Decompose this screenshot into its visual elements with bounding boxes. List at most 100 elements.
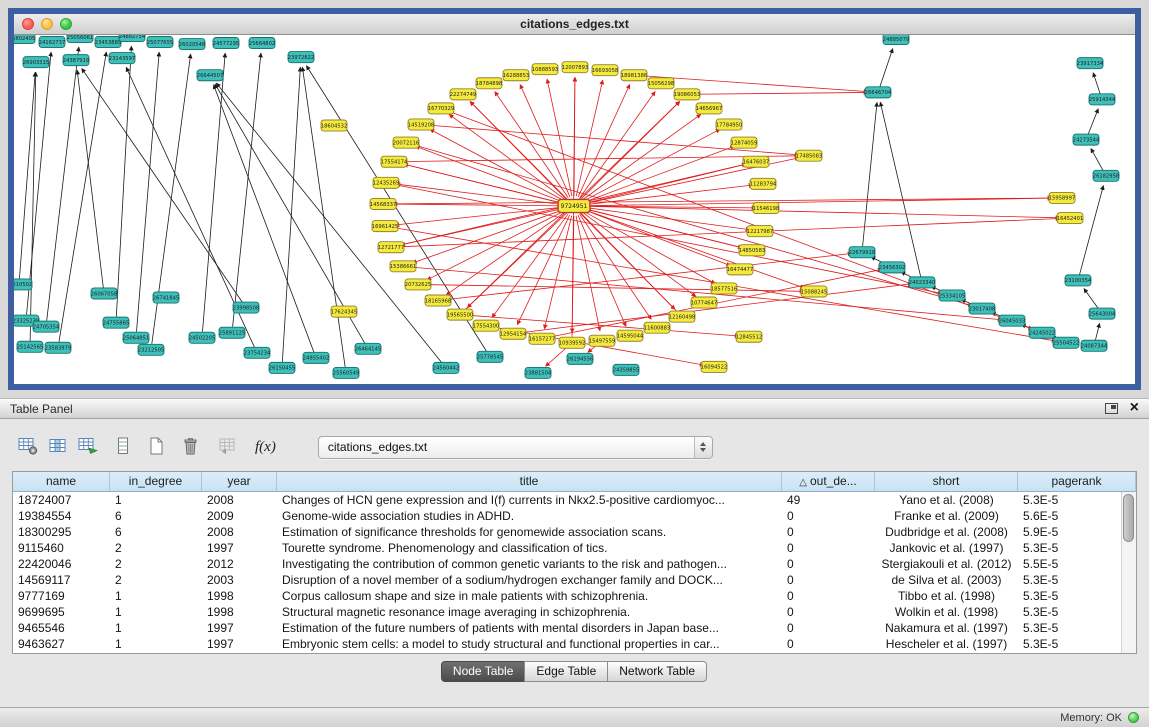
cell-short[interactable]: Jankovic et al. (1997)	[875, 540, 1018, 556]
create-table-button[interactable]	[146, 435, 166, 460]
graph-node[interactable]: 24245022	[1029, 327, 1055, 338]
cell-title[interactable]: Investigating the contribution of common…	[277, 556, 782, 572]
graph-node[interactable]: 18604532	[321, 120, 347, 131]
graph-node[interactable]: 23998508	[233, 302, 259, 313]
cell-year[interactable]: 1997	[202, 620, 277, 636]
column-header-short[interactable]: short	[875, 472, 1018, 491]
cell-in_degree[interactable]: 2	[110, 556, 202, 572]
graph-node[interactable]: 24882754	[119, 35, 146, 42]
cell-short[interactable]: Dudbridge et al. (2008)	[875, 524, 1018, 540]
graph-node[interactable]: 22274749	[450, 89, 476, 100]
graph-edge[interactable]	[584, 164, 747, 204]
graph-edge[interactable]	[581, 101, 680, 199]
graph-node[interactable]: 26194556	[567, 353, 593, 364]
graph-node[interactable]: 11546198	[753, 202, 779, 213]
cell-out_degree[interactable]: 0	[782, 636, 875, 652]
zoom-window-button[interactable]	[60, 18, 72, 30]
graph-node[interactable]: 24387919	[63, 55, 89, 66]
graph-node[interactable]: 26903315	[23, 57, 49, 68]
graph-node[interactable]: 22679918	[849, 247, 875, 258]
graph-node[interactable]: 24560442	[433, 362, 459, 373]
graph-node[interactable]: 24273544	[1073, 134, 1100, 145]
table-row[interactable]: 1830029562008Estimation of significance …	[13, 524, 1121, 540]
graph-node[interactable]: 18784898	[476, 78, 502, 89]
graph-node[interactable]: 17784950	[716, 119, 742, 130]
cell-in_degree[interactable]: 6	[110, 508, 202, 524]
table-row[interactable]: 946554611997Estimation of the future num…	[13, 620, 1121, 636]
column-header-pagerank[interactable]: pagerank	[1018, 472, 1136, 491]
cell-name[interactable]: 22420046	[13, 556, 110, 572]
graph-edge[interactable]	[302, 67, 345, 367]
graph-edge[interactable]	[880, 49, 893, 87]
cell-title[interactable]: Genome-wide association studies in ADHD.	[277, 508, 782, 524]
graph-node[interactable]: 26067058	[91, 288, 117, 299]
cell-title[interactable]: Corpus callosum shape and size in male p…	[277, 588, 782, 604]
memory-status-indicator[interactable]	[1128, 712, 1139, 723]
graph-edge[interactable]	[412, 209, 564, 263]
cell-name[interactable]: 9465546	[13, 620, 110, 636]
graph-edge[interactable]	[77, 70, 103, 287]
table-row[interactable]: 1456911722003Disruption of a novel membe…	[13, 572, 1121, 588]
graph-node[interactable]: 10774647	[691, 297, 717, 308]
cell-year[interactable]: 2008	[202, 524, 277, 540]
graph-node[interactable]: 24023340	[909, 277, 935, 288]
graph-node[interactable]: 11283794	[750, 178, 777, 189]
graph-edge[interactable]	[233, 53, 261, 327]
graph-node[interactable]: 16452401	[1057, 213, 1083, 224]
cell-in_degree[interactable]: 2	[110, 540, 202, 556]
graph-node[interactable]: 24955402	[303, 352, 329, 363]
table-row[interactable]: 946362711997Embryonic stem cells: a mode…	[13, 636, 1121, 652]
graph-node[interactable]: 24885079	[883, 35, 909, 45]
cell-out_degree[interactable]: 0	[782, 556, 875, 572]
select-columns-button[interactable]	[47, 435, 70, 460]
graph-node[interactable]: 25064851	[123, 332, 149, 343]
cell-year[interactable]: 2008	[202, 492, 277, 508]
table-row[interactable]: 1872400712008Changes of HCN gene express…	[13, 492, 1121, 508]
graph-edge[interactable]	[30, 72, 36, 341]
graph-edge[interactable]	[47, 47, 79, 321]
graph-node[interactable]: 15958997	[1049, 192, 1075, 203]
graph-node[interactable]: 12874059	[731, 137, 757, 148]
graph-node[interactable]: 25802405	[14, 35, 35, 44]
graph-edge[interactable]	[395, 207, 564, 225]
cell-short[interactable]: Wolkin et al. (1998)	[875, 604, 1018, 620]
graph-node[interactable]: 10939592	[559, 337, 585, 348]
graph-edge[interactable]	[214, 85, 314, 353]
graph-node[interactable]: 15497559	[589, 335, 615, 346]
cell-out_degree[interactable]: 0	[782, 540, 875, 556]
cell-year[interactable]: 2012	[202, 556, 277, 572]
minimize-window-button[interactable]	[41, 18, 53, 30]
graph-edge[interactable]	[492, 214, 568, 318]
cell-year[interactable]: 2009	[202, 508, 277, 524]
graph-node[interactable]: 20072116	[393, 137, 419, 148]
import-table-button[interactable]	[215, 435, 239, 460]
graph-edge[interactable]	[583, 129, 720, 201]
cell-pagerank[interactable]: 5.9E-5	[1018, 524, 1121, 540]
graph-edge[interactable]	[467, 213, 566, 308]
graph-node[interactable]: 26020548	[179, 39, 205, 50]
column-header-year[interactable]: year	[202, 472, 277, 491]
graph-node[interactable]: 25142565	[17, 341, 43, 352]
cell-out_degree[interactable]: 0	[782, 572, 875, 588]
graph-node[interactable]: 25560549	[333, 367, 359, 378]
edit-table-button[interactable]	[76, 435, 100, 460]
graph-node[interactable]: 9724951	[558, 199, 590, 212]
cell-name[interactable]: 18300295	[13, 524, 110, 540]
cell-name[interactable]: 9777169	[13, 588, 110, 604]
graph-edge[interactable]	[545, 347, 567, 367]
graph-node[interactable]: 17624345	[331, 306, 357, 317]
graph-edge[interactable]	[116, 46, 131, 317]
graph-edge[interactable]	[427, 210, 565, 279]
graph-edge[interactable]	[1088, 109, 1098, 134]
graph-edge[interactable]	[880, 102, 920, 276]
graph-edge[interactable]	[444, 253, 852, 299]
graph-edge[interactable]	[412, 144, 973, 306]
table-settings-button[interactable]	[16, 435, 41, 460]
graph-node[interactable]: 26150455	[269, 362, 295, 373]
graph-node[interactable]: 14519208	[408, 119, 434, 130]
graph-node[interactable]: 25334105	[939, 290, 965, 301]
cell-out_degree[interactable]: 0	[782, 604, 875, 620]
cell-short[interactable]: Yano et al. (2008)	[875, 492, 1018, 508]
close-panel-icon[interactable]: ×	[1130, 401, 1139, 415]
graph-edge[interactable]	[1095, 323, 1099, 340]
